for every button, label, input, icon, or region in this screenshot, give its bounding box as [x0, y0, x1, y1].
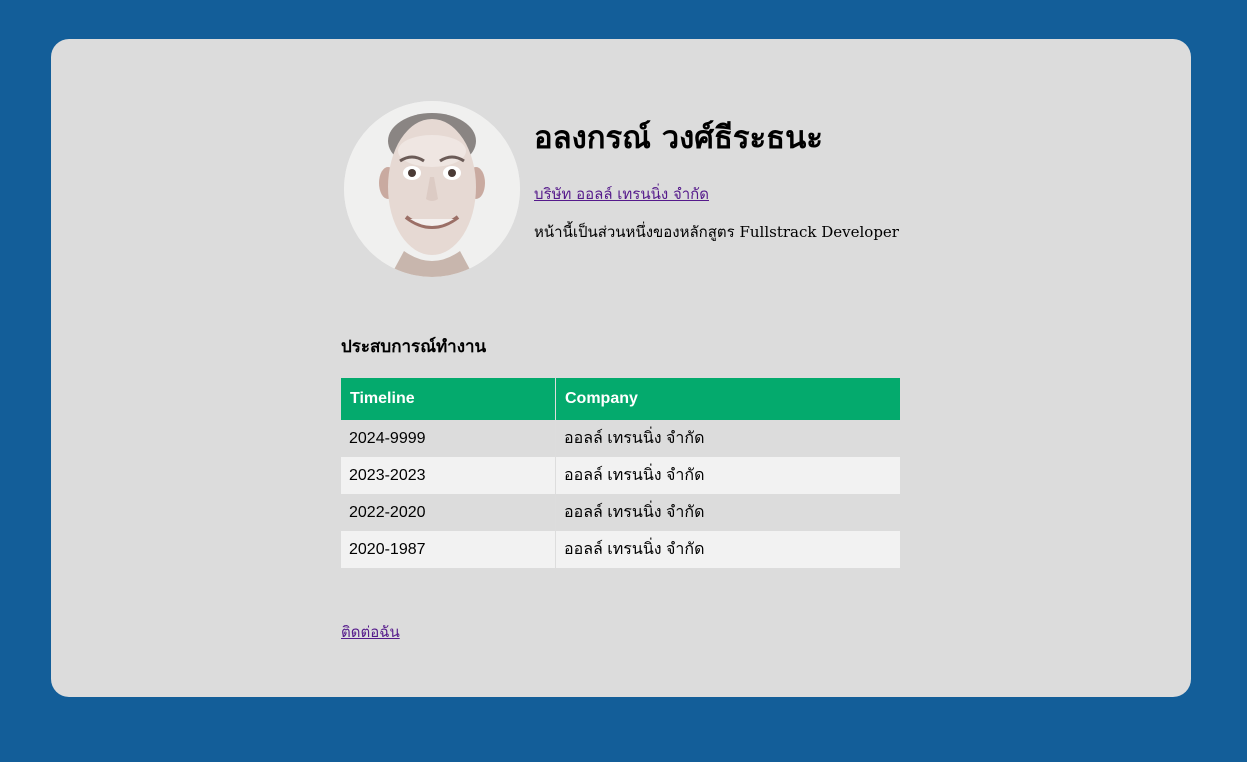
company-link[interactable]: บริษัท ออลล์ เทรนนิ่ง จำกัด — [534, 182, 709, 206]
timeline-cell: 2020-1987 — [341, 531, 556, 568]
company-cell: ออลล์ เทรนนิ่ง จำกัด — [564, 504, 705, 521]
profile-info: อลงกรณ์ วงศ์ธีระธนะ บริษัท ออลล์ เทรนนิ่… — [534, 112, 899, 244]
timeline-header: Timeline — [341, 378, 556, 420]
table-row: 2024-9999 ออลล์ เทรนนิ่ง จำกัด — [341, 420, 900, 457]
company-cell: ออลล์ เทรนนิ่ง จำกัด — [555, 531, 900, 568]
profile-card: อลงกรณ์ วงศ์ธีระธนะ บริษัท ออลล์ เทรนนิ่… — [51, 39, 1191, 697]
profile-name: อลงกรณ์ วงศ์ธีระธนะ — [534, 120, 823, 156]
timeline-cell: 2022-2020 — [341, 494, 556, 531]
avatar-photo — [344, 101, 520, 277]
experience-title: ประสบการณ์ทำงาน — [341, 337, 487, 357]
content-container: อลงกรณ์ วงศ์ธีระธนะ บริษัท ออลล์ เทรนนิ่… — [341, 101, 901, 644]
profile-description: หน้านี้เป็นส่วนหนึ่งของหลักสูตร Fullstra… — [534, 223, 899, 241]
table-row: 2020-1987 ออลล์ เทรนนิ่ง จำกัด — [341, 531, 900, 568]
experience-table: Timeline Company 2024-9999 ออลล์ เทรนนิ่… — [341, 378, 900, 568]
table-row: 2022-2020 ออลล์ เทรนนิ่ง จำกัด — [341, 494, 900, 531]
contact-link[interactable]: ติดต่อฉัน — [341, 620, 400, 644]
timeline-cell: 2023-2023 — [341, 457, 556, 494]
profile-header: อลงกรณ์ วงศ์ธีระธนะ บริษัท ออลล์ เทรนนิ่… — [341, 101, 901, 277]
table-row: 2023-2023 ออลล์ เทรนนิ่ง จำกัด — [341, 457, 900, 494]
company-cell: ออลล์ เทรนนิ่ง จำกัด — [555, 457, 900, 494]
timeline-cell: 2024-9999 — [341, 420, 556, 457]
company-header: Company — [555, 378, 900, 420]
table-header-row: Timeline Company — [341, 378, 900, 420]
avatar — [344, 101, 520, 277]
company-cell: ออลล์ เทรนนิ่ง จำกัด — [564, 430, 705, 447]
